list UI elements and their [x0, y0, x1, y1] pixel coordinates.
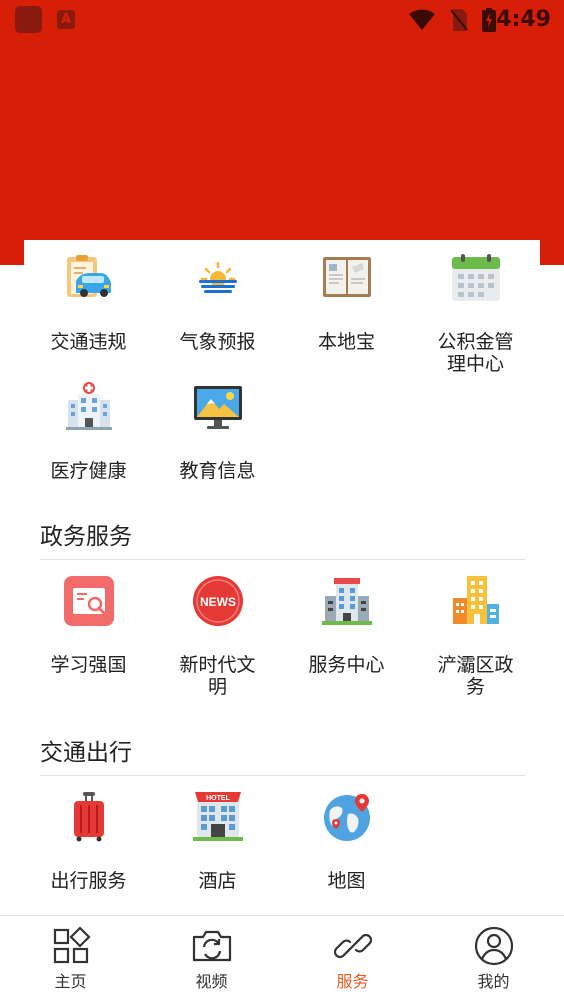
- service-label: 服务中心: [308, 654, 385, 676]
- news-badge-text: NEWS: [200, 595, 236, 609]
- section-title-transport: 交通出行: [40, 740, 132, 766]
- service-service-center[interactable]: 服务中心: [282, 576, 411, 686]
- service-label: 酒店: [198, 870, 237, 892]
- link-icon: [333, 933, 373, 959]
- camera-icon: [192, 930, 232, 962]
- service-hotel[interactable]: HOTEL 酒店: [153, 792, 282, 892]
- service-chanba-district[interactable]: 浐灞区政务: [411, 576, 540, 698]
- home-grid-icon: [53, 926, 91, 964]
- section-divider: [40, 775, 525, 776]
- no-sim-icon: [450, 9, 468, 31]
- service-label: 气象预报: [179, 331, 256, 353]
- app-notification-icon: [15, 6, 42, 33]
- suitcase-icon: [74, 792, 104, 842]
- service-label: 出行服务: [50, 870, 127, 892]
- service-weather-forecast[interactable]: 气象预报: [153, 253, 282, 363]
- service-map[interactable]: 地图: [282, 792, 411, 892]
- hotel-icon: HOTEL: [193, 792, 243, 841]
- user-icon: [474, 926, 514, 966]
- service-study[interactable]: 学习强国: [24, 576, 153, 686]
- weather-forecast-icon: [199, 261, 237, 293]
- battery-charging-icon: [482, 8, 496, 32]
- wifi-icon: [409, 9, 435, 30]
- local-guide-book-icon: [323, 257, 371, 297]
- news-icon: NEWS: [193, 576, 243, 626]
- hotel-badge-text: HOTEL: [206, 795, 230, 802]
- city-buildings-icon: [453, 576, 499, 624]
- service-traffic-violation[interactable]: 交通违规: [24, 253, 153, 363]
- nav-services[interactable]: 服务: [282, 916, 423, 1002]
- service-label: 医疗健康: [50, 460, 127, 482]
- study-search-icon: [64, 576, 114, 626]
- status-icons: [408, 6, 496, 34]
- section-title-government: 政务服务: [40, 524, 132, 550]
- service-education-info[interactable]: 教育信息: [153, 382, 282, 492]
- nav-home[interactable]: 主页: [0, 916, 141, 1002]
- nav-label: 视频: [195, 972, 228, 991]
- service-label: 学习强国: [50, 654, 127, 676]
- service-medical-health[interactable]: 医疗健康: [24, 382, 153, 492]
- monitor-landscape-icon: [194, 386, 242, 429]
- nav-video[interactable]: 视频: [141, 916, 282, 1002]
- clock: 4:49: [496, 7, 551, 32]
- service-local-guide[interactable]: 本地宝: [282, 253, 411, 363]
- app-badge-icon: A: [57, 10, 75, 29]
- traffic-violation-icon: [67, 255, 111, 297]
- service-label: 浐灞区政务: [437, 654, 514, 698]
- service-label: 本地宝: [317, 331, 375, 353]
- calendar-icon: [452, 254, 500, 301]
- header-banner: [0, 40, 564, 265]
- status-bar: A 4:49: [0, 0, 564, 40]
- section-divider: [40, 559, 525, 560]
- service-housing-fund[interactable]: 公积金管理中心: [411, 253, 540, 375]
- nav-label: 主页: [54, 972, 87, 991]
- service-label: 地图: [327, 870, 366, 892]
- service-label: 公积金管理中心: [437, 331, 514, 375]
- nav-profile[interactable]: 我的: [423, 916, 564, 1002]
- service-new-era-civilization[interactable]: NEWS 新时代文明: [153, 576, 282, 698]
- service-label: 交通违规: [50, 331, 127, 353]
- service-label: 教育信息: [179, 460, 256, 482]
- service-travel[interactable]: 出行服务: [24, 792, 153, 892]
- nav-label: 我的: [477, 972, 510, 991]
- office-building-icon: [322, 578, 372, 625]
- globe-map-icon: [324, 794, 370, 841]
- bottom-nav: 主页 视频 服务 我的: [0, 915, 564, 1002]
- nav-label: 服务: [336, 972, 369, 991]
- hospital-icon: [66, 382, 112, 430]
- service-label: 新时代文明: [179, 654, 256, 698]
